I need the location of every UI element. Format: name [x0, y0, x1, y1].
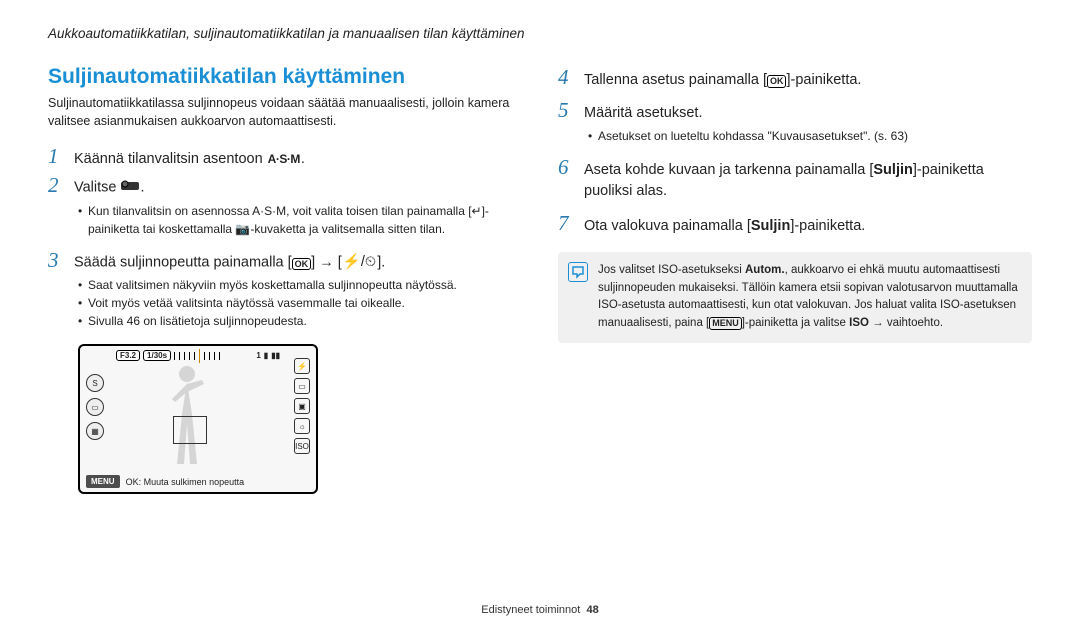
step-post: . — [301, 151, 305, 167]
focus-icon: ▣ — [294, 398, 310, 414]
step-text: Määritä asetukset. — [584, 103, 702, 125]
step-text: Aseta kohde kuvaan ja tarkenna painamall… — [584, 160, 1032, 204]
camera-screen: F3.2 1/30s 1 ▮ ▮▮ S ▭ ▦ ⚡ ▭ ▣ ☼ — [78, 344, 318, 494]
step-number: 6 — [558, 155, 584, 180]
step-4: 4 Tallenna asetus painamalla [OK]-painik… — [558, 65, 1032, 92]
gallery-icon: ▦ — [86, 422, 104, 440]
screen-bottom-bar: MENU OK: Muuta sulkimen nopeutta — [86, 475, 310, 488]
frame-count: 1 — [256, 351, 260, 360]
step-number: 4 — [558, 65, 584, 90]
section-title: Suljinautomatiikkatilan käyttäminen — [48, 65, 522, 89]
step-pre: Valitse — [74, 180, 120, 196]
menu-button: MENU — [86, 475, 120, 488]
note-bold: Autom. — [745, 264, 785, 276]
focus-frame-icon — [173, 416, 207, 444]
asm-icon: A·S·M — [268, 150, 300, 168]
step-text: Valitse . — [74, 177, 145, 199]
step-pre: Käännä tilanvalitsin asentoon — [74, 151, 267, 167]
step-text: Ota valokuva painamalla [Suljin]-painike… — [584, 216, 865, 238]
step-number: 3 — [48, 248, 74, 273]
step-6: 6 Aseta kohde kuvaan ja tarkenna painama… — [558, 155, 1032, 204]
bullet: Voit myös vetää valitsinta näytössä vase… — [78, 294, 522, 312]
bullet: Sivulla 46 on lisätietoja suljinnopeudes… — [78, 312, 522, 330]
suljin-bold: Suljin — [751, 218, 790, 234]
note-text: Jos valitset ISO-asetukseksi Autom., auk… — [598, 264, 1018, 329]
step-2: 2 Valitse . — [48, 173, 522, 200]
footer-section: Edistyneet toiminnot — [481, 604, 580, 616]
left-column: Suljinautomatiikkatilan käyttäminen Sulj… — [48, 65, 522, 494]
note-icon — [568, 262, 588, 282]
flash-timer-icon: ⚡/⏲ — [343, 252, 376, 274]
mode-icon: S — [86, 374, 104, 392]
ev-scale-icon — [174, 352, 224, 360]
drive-icon: ▭ — [86, 398, 104, 416]
step-number: 2 — [48, 173, 74, 198]
step-number: 1 — [48, 144, 74, 169]
step-post: . — [140, 180, 144, 196]
size-icon: ▭ — [294, 378, 310, 394]
step-number: 7 — [558, 211, 584, 236]
page-footer: Edistyneet toiminnot 48 — [0, 604, 1080, 616]
bullet: Saat valitsimen näkyviin myös koskettama… — [78, 276, 522, 294]
step-7: 7 Ota valokuva painamalla [Suljin]-paini… — [558, 211, 1032, 238]
menu-icon: MENU — [709, 317, 742, 330]
suljin-bold: Suljin — [873, 162, 912, 178]
screen-frame: F3.2 1/30s 1 ▮ ▮▮ S ▭ ▦ ⚡ ▭ ▣ ☼ — [78, 344, 318, 494]
bullet: Asetukset on lueteltu kohdassa "Kuvausas… — [588, 127, 1032, 145]
step-pre: Aseta kohde kuvaan ja tarkenna painamall… — [584, 162, 873, 178]
screen-top-bar: F3.2 1/30s 1 ▮ ▮▮ — [116, 350, 280, 361]
step-text: Käännä tilanvalitsin asentoon A·S·M. — [74, 149, 305, 171]
wb-icon: ☼ — [294, 418, 310, 434]
screen-hint: OK: Muuta sulkimen nopeutta — [126, 477, 245, 487]
step-mid: ] → [ — [311, 255, 342, 271]
screen-left-icons: S ▭ ▦ — [86, 374, 104, 440]
sd-icon: ▮ — [264, 351, 268, 360]
ok-icon: OK — [292, 258, 312, 271]
breadcrumb: Aukkoautomatiikkatilan, suljinautomatiik… — [48, 26, 1032, 41]
step-post: ]. — [377, 255, 385, 271]
footer-page: 48 — [586, 604, 598, 616]
step-post: ]-painiketta. — [786, 72, 861, 88]
aperture-value: F3.2 — [116, 350, 140, 361]
step-2-bullets: Kun tilanvalitsin on asennossa A·S·M, vo… — [78, 202, 522, 238]
step-number: 5 — [558, 98, 584, 123]
step-post: ]-painiketta. — [790, 218, 865, 234]
section-desc: Suljinautomatiikkatilassa suljinnopeus v… — [48, 95, 522, 130]
step-pre: Tallenna asetus painamalla [ — [584, 72, 767, 88]
flash-off-icon: ⚡ — [294, 358, 310, 374]
right-column: 4 Tallenna asetus painamalla [OK]-painik… — [558, 65, 1032, 494]
step-5: 5 Määritä asetukset. — [558, 98, 1032, 125]
note-box: Jos valitset ISO-asetukseksi Autom., auk… — [558, 252, 1032, 343]
step-1: 1 Käännä tilanvalitsin asentoon A·S·M. — [48, 144, 522, 171]
shutter-value: 1/30s — [143, 350, 171, 361]
mode-dial-icon — [121, 177, 139, 199]
step-pre: Ota valokuva painamalla [ — [584, 218, 751, 234]
ok-icon: OK — [767, 75, 787, 88]
step-text: Tallenna asetus painamalla [OK]-painiket… — [584, 70, 861, 92]
step-3: 3 Säädä suljinnopeutta painamalla [OK] →… — [48, 248, 522, 275]
battery-icon: ▮▮ — [271, 351, 280, 360]
note-bold: ISO — [849, 317, 869, 329]
iso-icon: ISO — [294, 438, 310, 454]
step-5-bullets: Asetukset on lueteltu kohdassa "Kuvausas… — [588, 127, 1032, 145]
bullet: Kun tilanvalitsin on asennossa A·S·M, vo… — [78, 202, 522, 238]
step-pre: Säädä suljinnopeutta painamalla [ — [74, 255, 292, 271]
step-text: Säädä suljinnopeutta painamalla [OK] → [… — [74, 252, 385, 274]
screen-right-icons: ⚡ ▭ ▣ ☼ ISO — [294, 358, 310, 454]
step-3-bullets: Saat valitsimen näkyviin myös koskettama… — [78, 276, 522, 330]
